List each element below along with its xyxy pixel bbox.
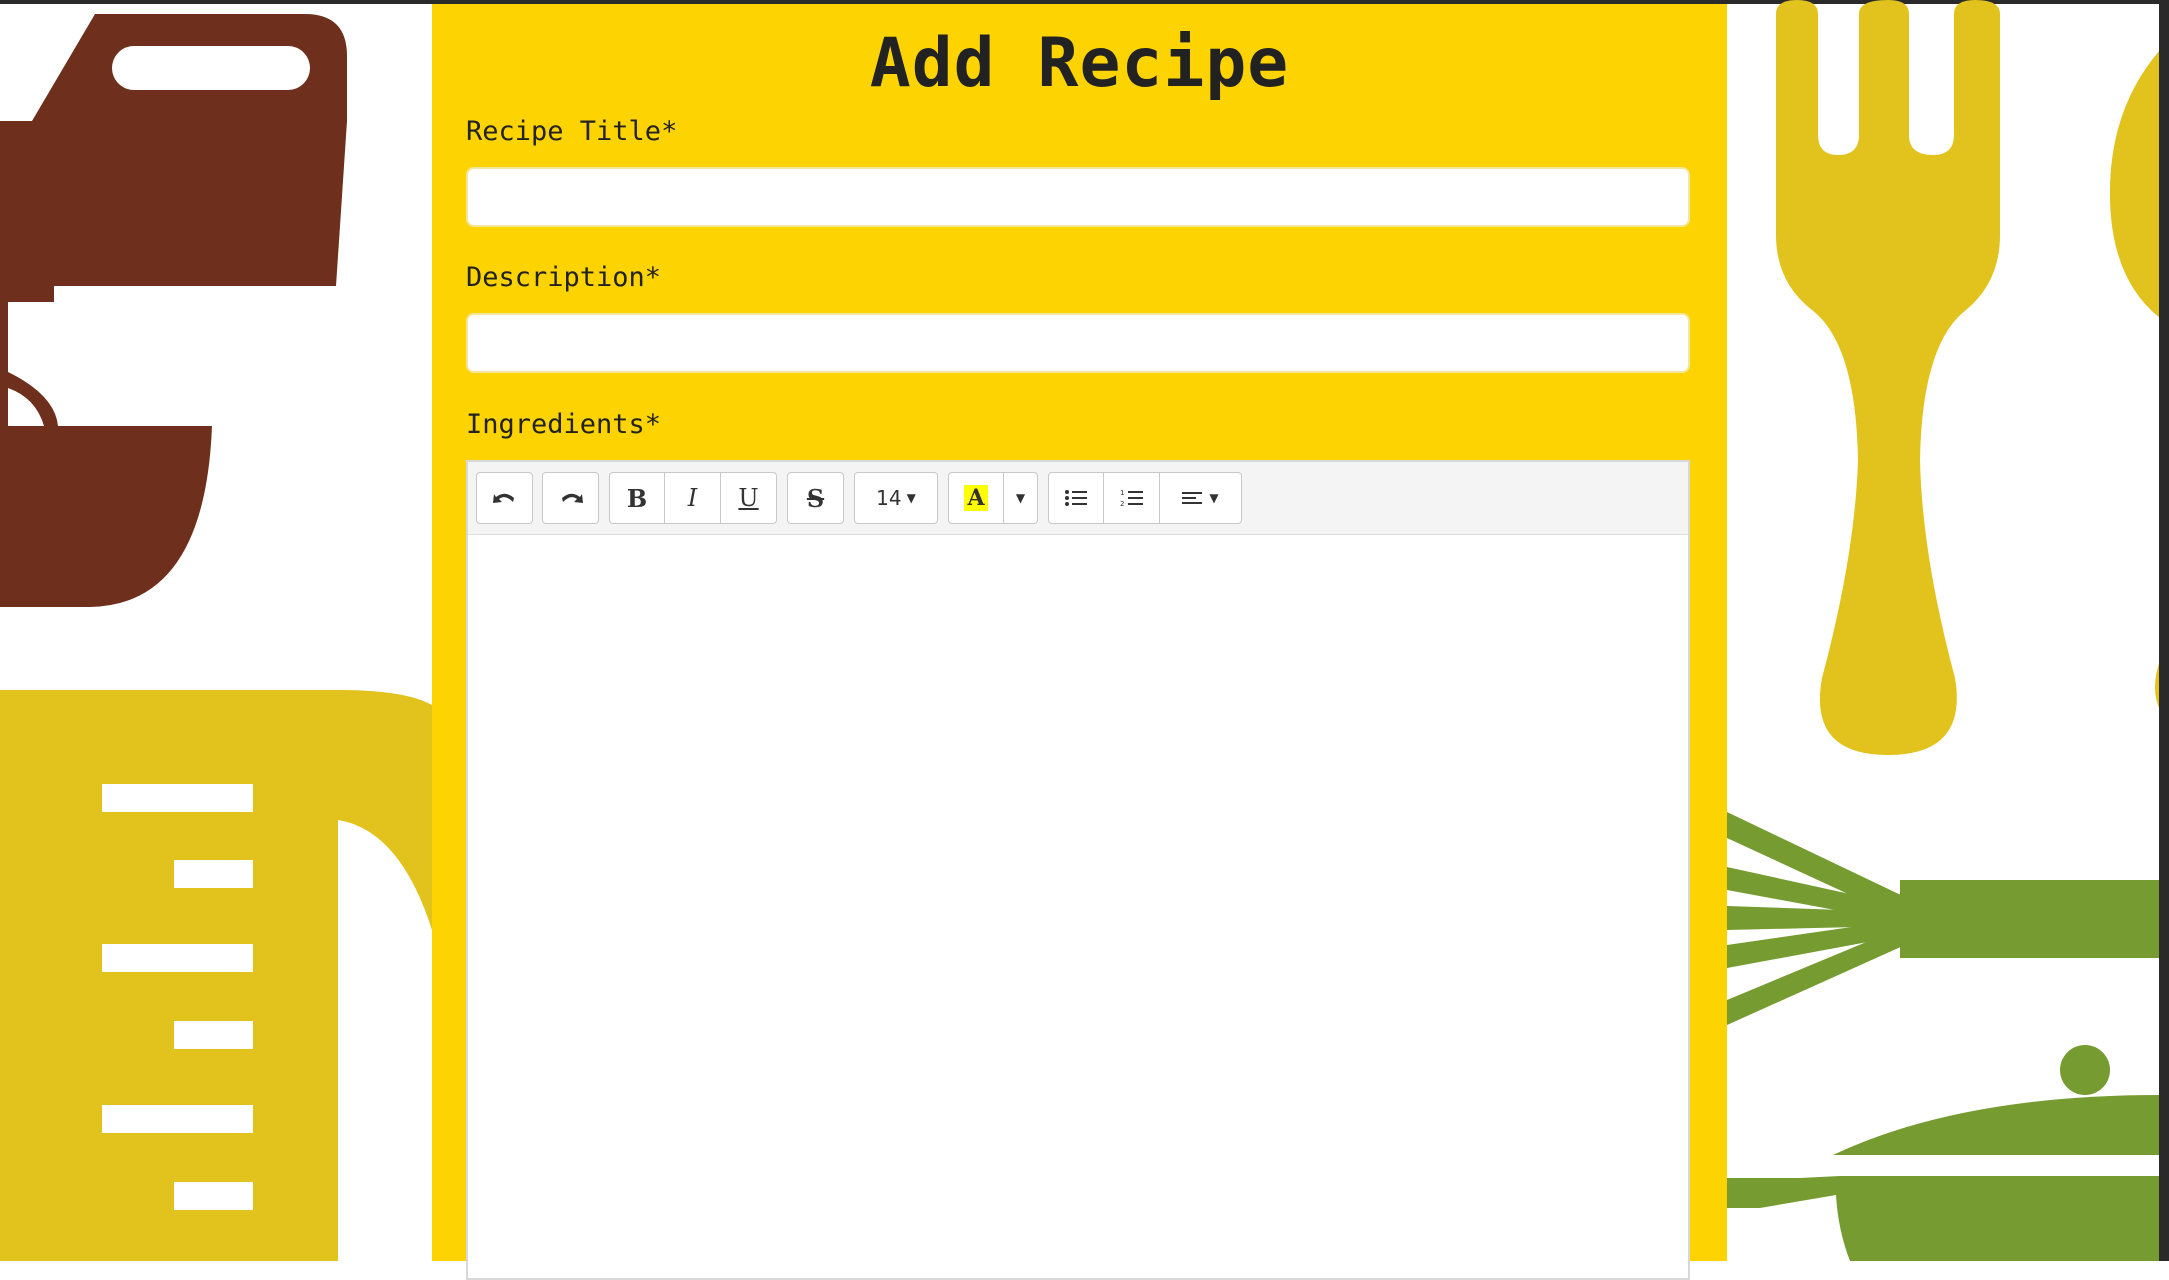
highlight-a-icon: A [964, 485, 988, 511]
numbered-list-button[interactable]: 1 2 [1104, 472, 1160, 524]
undo-button[interactable] [476, 472, 533, 524]
strikethrough-button-group: S [787, 472, 844, 524]
bold-button[interactable]: B [609, 472, 665, 524]
color-dropdown-button[interactable]: ▼ [1004, 472, 1038, 524]
numbered-list-icon: 1 2 [1120, 489, 1143, 508]
chevron-down-icon: ▼ [906, 491, 916, 505]
italic-button[interactable]: I [665, 472, 721, 524]
align-left-icon [1182, 492, 1203, 504]
pot-lid-icon [1727, 1045, 2160, 1261]
ingredients-label: Ingredients* [466, 409, 662, 440]
mixer-icon [0, 14, 347, 607]
description-input[interactable] [466, 313, 1690, 373]
svg-text:2: 2 [1120, 500, 1124, 508]
paragraph-button-group: 1 2 ▼ [1048, 472, 1242, 524]
window-right-border [2159, 0, 2169, 1261]
svg-text:1: 1 [1120, 489, 1124, 497]
measuring-cup-icon [0, 690, 432, 1261]
fork-icon [1776, 0, 2000, 755]
align-dropdown-button[interactable]: ▼ [1160, 472, 1242, 524]
font-size-value: 14 [876, 486, 902, 510]
bullet-list-button[interactable] [1048, 472, 1104, 524]
whisk-icon [1727, 812, 2160, 1025]
chevron-down-icon: ▼ [1209, 491, 1219, 505]
description-label: Description* [466, 262, 662, 293]
ingredients-rich-text-editor: B I U S 14 ▼ A ▼ 1 2 ▼ [466, 460, 1690, 1280]
ingredients-editor-area[interactable] [468, 535, 1688, 1278]
font-size-button-group: 14 ▼ [854, 472, 938, 524]
recipe-title-label: Recipe Title* [466, 116, 678, 147]
bullet-list-icon [1065, 490, 1087, 506]
history-button-group [476, 472, 599, 524]
chevron-down-icon: ▼ [1015, 491, 1026, 505]
highlight-color-button[interactable]: A [948, 472, 1004, 524]
font-style-button-group: B I U [609, 472, 777, 524]
redo-button[interactable] [542, 472, 599, 524]
undo-icon [492, 493, 514, 503]
underline-button[interactable]: U [721, 472, 777, 524]
redo-icon [561, 493, 583, 503]
font-size-dropdown[interactable]: 14 ▼ [854, 472, 938, 524]
partial-spoon-icon [2109, 50, 2160, 318]
page-title: Add Recipe [869, 24, 1290, 103]
strikethrough-button[interactable]: S [787, 472, 844, 524]
editor-toolbar: B I U S 14 ▼ A ▼ 1 2 ▼ [468, 462, 1688, 535]
add-recipe-panel: Add Recipe Recipe Title* Description* In… [432, 4, 1727, 1280]
color-button-group: A ▼ [948, 472, 1038, 524]
recipe-title-input[interactable] [466, 167, 1690, 227]
